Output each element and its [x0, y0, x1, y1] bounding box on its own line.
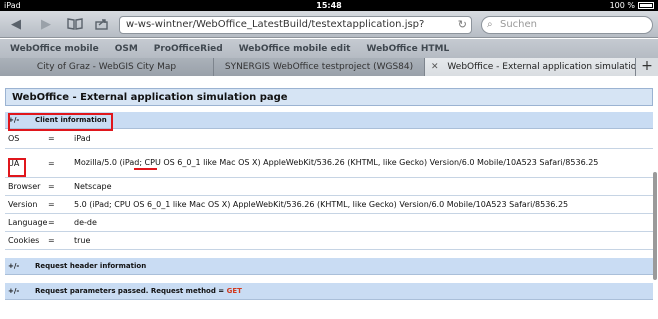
forward-arrow-icon[interactable]: ▶: [38, 15, 54, 33]
url-field[interactable]: w-ws-wintner/WebOffice_LatestBuild/teste…: [119, 16, 472, 34]
row-eq: =: [48, 134, 55, 143]
bookmark-webofficehtml[interactable]: WebOffice HTML: [366, 44, 449, 54]
request-params-text: Request parameters passed. Request metho…: [35, 287, 227, 295]
request-params-label: Request parameters passed. Request metho…: [35, 283, 242, 299]
row-value: iPad: [74, 133, 91, 143]
plus-icon[interactable]: +: [636, 58, 658, 76]
row-key: Cookies: [8, 236, 40, 245]
battery-icon: [638, 2, 654, 9]
table-row-version: Version = 5.0 (iPad; CPU OS 6_0_1 like M…: [5, 196, 653, 214]
request-method-value: GET: [226, 287, 242, 295]
bookmarks-bar: WebOffice mobile OSM ProOfficeRied WebOf…: [0, 39, 658, 58]
bookmark-webofficemobileedit[interactable]: WebOffice mobile edit: [239, 44, 351, 54]
back-arrow-icon[interactable]: ◀: [8, 15, 24, 33]
request-header-label: Request header information: [35, 262, 147, 270]
row-eq: =: [48, 236, 55, 245]
tab-synergis[interactable]: SYNERGIS WebOffice testproject (WGS84): [214, 58, 425, 76]
tab-active-weboffice[interactable]: ✕ WebOffice - External application simul…: [425, 58, 636, 76]
bookmark-osm[interactable]: OSM: [115, 44, 138, 54]
table-row-browser: Browser = Netscape: [5, 178, 653, 196]
row-key: Version: [8, 200, 38, 209]
row-value: true: [74, 235, 91, 245]
table-row-cookies: Cookies = true: [5, 232, 653, 250]
search-placeholder: Suchen: [500, 19, 538, 30]
bookmarks-book-icon[interactable]: [66, 15, 84, 33]
row-eq: =: [48, 200, 55, 209]
battery-status: 100 %: [610, 0, 654, 11]
status-bar: iPad 15:48 100 %: [0, 0, 658, 11]
annotation-box-client-info: [8, 113, 113, 131]
table-row-os: OS = iPad: [5, 129, 653, 149]
search-input[interactable]: ⌕ Suchen: [481, 16, 653, 34]
annotation-underline-ipad: [134, 168, 157, 170]
battery-percent: 100 %: [609, 1, 635, 10]
toggle-request-header[interactable]: +/-: [5, 258, 25, 274]
clock: 15:48: [316, 1, 342, 10]
row-value: 5.0 (iPad; CPU OS 6_0_1 like Mac OS X) A…: [74, 199, 569, 209]
close-icon[interactable]: ✕: [431, 62, 439, 72]
row-eq: =: [48, 182, 55, 191]
row-key: Language: [8, 218, 48, 227]
page-title: WebOffice - External application simulat…: [5, 88, 653, 106]
search-icon: ⌕: [487, 19, 493, 30]
row-value: Netscape: [74, 181, 112, 191]
row-value: de-de: [74, 217, 97, 227]
row-key: OS: [8, 134, 20, 143]
browser-toolbar: ◀ ▶ w-ws-wintner/WebOffice_LatestBuild/t…: [0, 11, 658, 38]
share-icon[interactable]: [94, 15, 110, 33]
row-value: Mozilla/5.0 (iPad; CPU OS 6_0_1 like Mac…: [74, 158, 599, 167]
page-content: WebOffice - External application simulat…: [0, 76, 658, 319]
annotation-box-ua: [8, 158, 26, 177]
table-row-language: Language = de-de: [5, 214, 653, 232]
row-eq: =: [48, 158, 55, 168]
row-key: Browser: [8, 182, 41, 191]
toggle-request-params[interactable]: +/-: [5, 283, 25, 299]
request-params-header[interactable]: +/- Request parameters passed. Request m…: [5, 283, 653, 300]
tab-bar: City of Graz - WebGIS City Map SYNERGIS …: [0, 58, 658, 76]
bookmark-webofficemobile[interactable]: WebOffice mobile: [10, 44, 99, 54]
table-row-ua: UA = Mozilla/5.0 (iPad; CPU OS 6_0_1 lik…: [5, 149, 653, 178]
url-text: w-ws-wintner/WebOffice_LatestBuild/teste…: [126, 19, 425, 30]
bookmark-proofficeried[interactable]: ProOfficeRied: [154, 44, 223, 54]
reload-icon[interactable]: ↻: [458, 17, 467, 33]
tab-label: City of Graz - WebGIS City Map: [36, 62, 177, 72]
tab-label: WebOffice - External application simulat…: [447, 62, 636, 72]
request-header-header[interactable]: +/- Request header information: [5, 258, 653, 275]
tab-graz[interactable]: City of Graz - WebGIS City Map: [0, 58, 214, 76]
scrollbar[interactable]: [653, 172, 657, 280]
row-eq: =: [48, 218, 55, 227]
tab-label: SYNERGIS WebOffice testproject (WGS84): [224, 62, 414, 72]
